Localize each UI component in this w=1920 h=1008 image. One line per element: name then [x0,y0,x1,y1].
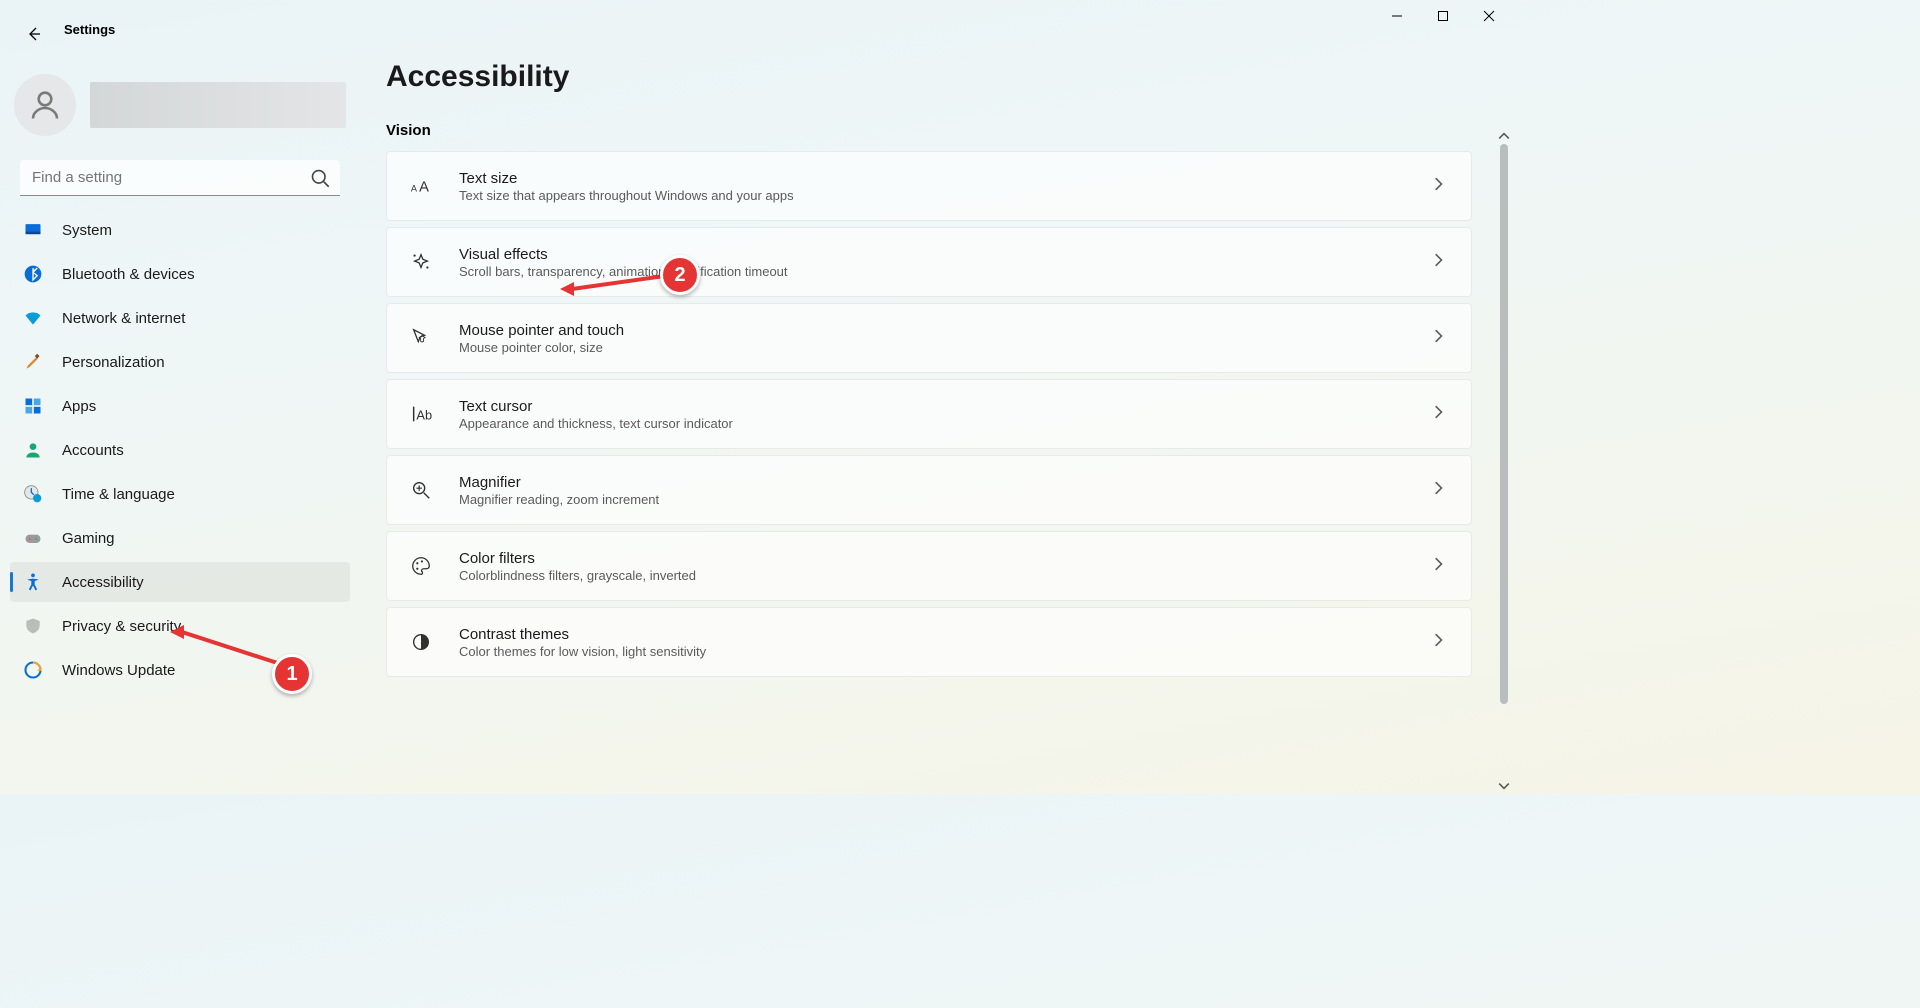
setting-card-text-cursor[interactable]: Ab Text cursor Appearance and thickness,… [386,379,1472,449]
card-title: Contrast themes [459,626,1407,643]
svg-text:A: A [411,184,418,194]
chevron-right-icon [1431,177,1451,196]
nav-item-accounts[interactable]: Accounts [10,430,350,470]
chevron-right-icon [1431,405,1451,424]
setting-card-contrast-themes[interactable]: Contrast themes Color themes for low vis… [386,607,1472,677]
card-subtitle: Scroll bars, transparency, animations, n… [459,264,1407,279]
apps-icon [22,395,44,417]
nav-label: Windows Update [62,662,175,679]
card-title: Text size [459,170,1407,187]
page-title: Accessibility [386,60,1502,94]
chevron-right-icon [1431,329,1451,348]
person-icon [22,439,44,461]
nav-label: Apps [62,398,96,415]
card-title: Magnifier [459,474,1407,491]
card-title: Text cursor [459,398,1407,415]
accessibility-icon [22,571,44,593]
card-title: Visual effects [459,246,1407,263]
nav-label: Personalization [62,354,165,371]
nav-label: Accessibility [62,574,144,591]
nav-item-accessibility[interactable]: Accessibility [10,562,350,602]
nav-item-time-language[interactable]: Time & language [10,474,350,514]
section-header-vision: Vision [386,122,1502,139]
card-title: Mouse pointer and touch [459,322,1407,339]
system-icon [22,219,44,241]
scroll-down-arrow-icon[interactable] [1498,780,1510,792]
contrast-icon [407,631,435,653]
chevron-right-icon [1431,481,1451,500]
nav-label: Gaming [62,530,115,547]
nav-label: Time & language [62,486,175,503]
window-maximize-button[interactable] [1420,0,1466,32]
nav-item-bluetooth[interactable]: Bluetooth & devices [10,254,350,294]
nav-label: Accounts [62,442,124,459]
card-subtitle: Text size that appears throughout Window… [459,188,1407,203]
card-title: Color filters [459,550,1407,567]
setting-card-magnifier[interactable]: Magnifier Magnifier reading, zoom increm… [386,455,1472,525]
update-icon [22,659,44,681]
pointer-icon [407,327,435,349]
paintbrush-icon [22,351,44,373]
svg-text:Ab: Ab [416,408,432,423]
avatar [14,74,76,136]
scroll-up-arrow-icon[interactable] [1498,130,1510,142]
scroll-thumb[interactable] [1500,144,1508,704]
nav-item-windows-update[interactable]: Windows Update [10,650,350,690]
clock-globe-icon [22,483,44,505]
chevron-right-icon [1431,557,1451,576]
nav-label: Privacy & security [62,618,181,635]
app-title: Settings [64,22,115,37]
profile-block[interactable] [10,70,350,154]
text-cursor-icon: Ab [407,403,435,425]
search-input[interactable] [20,160,340,196]
search-icon[interactable] [310,168,330,188]
nav-item-personalization[interactable]: Personalization [10,342,350,382]
chevron-right-icon [1431,253,1451,272]
nav-label: Bluetooth & devices [62,266,195,283]
chevron-right-icon [1431,633,1451,652]
nav-item-system[interactable]: System [10,210,350,250]
card-subtitle: Mouse pointer color, size [459,340,1407,355]
setting-card-visual-effects[interactable]: Visual effects Scroll bars, transparency… [386,227,1472,297]
setting-card-text-size[interactable]: AA Text size Text size that appears thro… [386,151,1472,221]
setting-card-color-filters[interactable]: Color filters Colorblindness filters, gr… [386,531,1472,601]
text-size-icon: AA [407,175,435,197]
magnifier-icon [407,479,435,501]
sparkle-icon [407,251,435,273]
window-close-button[interactable] [1466,0,1512,32]
nav-item-gaming[interactable]: Gaming [10,518,350,558]
nav-item-privacy[interactable]: Privacy & security [10,606,350,646]
svg-text:A: A [419,180,429,196]
card-subtitle: Magnifier reading, zoom increment [459,492,1407,507]
vertical-scrollbar[interactable] [1498,130,1510,792]
profile-name-redacted [90,82,346,128]
card-subtitle: Colorblindness filters, grayscale, inver… [459,568,1407,583]
back-button[interactable] [22,22,46,46]
window-minimize-button[interactable] [1374,0,1420,32]
nav-item-apps[interactable]: Apps [10,386,350,426]
nav-item-network[interactable]: Network & internet [10,298,350,338]
nav-label: Network & internet [62,310,185,327]
gamepad-icon [22,527,44,549]
setting-card-mouse-pointer[interactable]: Mouse pointer and touch Mouse pointer co… [386,303,1472,373]
wifi-icon [22,307,44,329]
bluetooth-icon [22,263,44,285]
palette-icon [407,555,435,577]
card-subtitle: Appearance and thickness, text cursor in… [459,416,1407,431]
shield-icon [22,615,44,637]
card-subtitle: Color themes for low vision, light sensi… [459,644,1407,659]
nav-label: System [62,222,112,239]
